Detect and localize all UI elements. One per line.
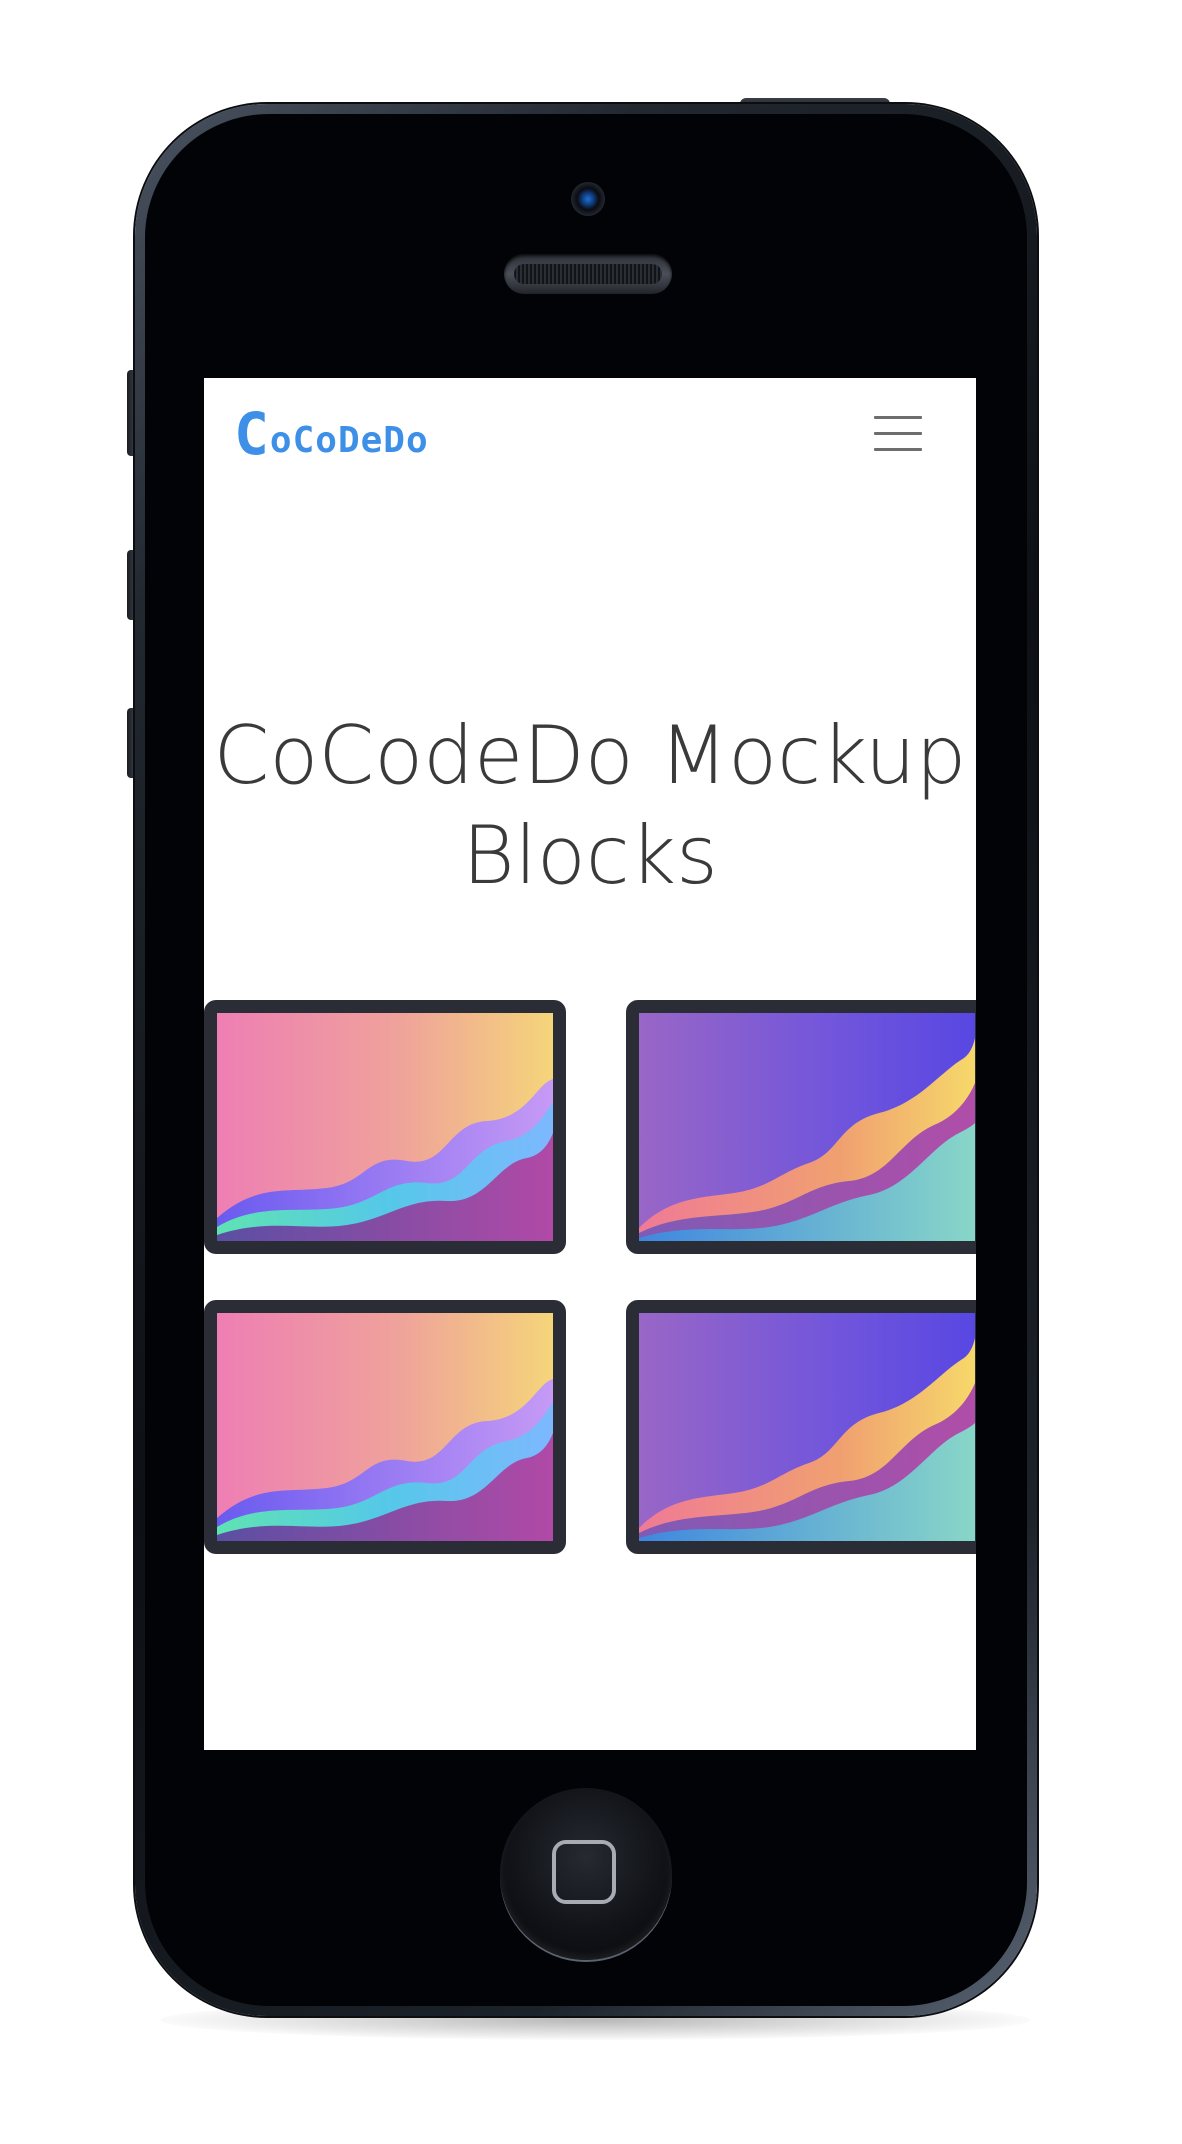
mockup-card[interactable] bbox=[204, 1300, 566, 1554]
phone-screen: CoCoDeDo CoCodeDo Mockup Blocks bbox=[204, 378, 976, 1750]
hamburger-line bbox=[874, 432, 922, 435]
mockup-wave-image bbox=[639, 1013, 975, 1241]
home-button-icon bbox=[500, 1788, 672, 1960]
hamburger-line bbox=[874, 448, 922, 451]
brand-logo[interactable]: CoCoDeDo bbox=[234, 402, 429, 473]
hamburger-line bbox=[874, 416, 922, 419]
page-title: CoCodeDo Mockup Blocks bbox=[213, 709, 967, 902]
home-square-icon bbox=[552, 1840, 616, 1904]
brand-logo-text: oCoDeDo bbox=[269, 420, 429, 461]
mockup-wave-image bbox=[217, 1013, 553, 1241]
speaker-icon bbox=[504, 254, 672, 294]
camera-icon bbox=[571, 182, 605, 216]
mockup-card[interactable] bbox=[204, 1000, 566, 1254]
mockup-card[interactable] bbox=[626, 1000, 976, 1254]
brand-logo-initial: C bbox=[234, 400, 270, 468]
mockup-card[interactable] bbox=[626, 1300, 976, 1554]
hamburger-menu-icon[interactable] bbox=[874, 414, 922, 454]
mockup-wave-image bbox=[217, 1313, 553, 1541]
navbar: CoCoDeDo bbox=[204, 378, 976, 490]
mockup-wave-image bbox=[639, 1313, 975, 1541]
